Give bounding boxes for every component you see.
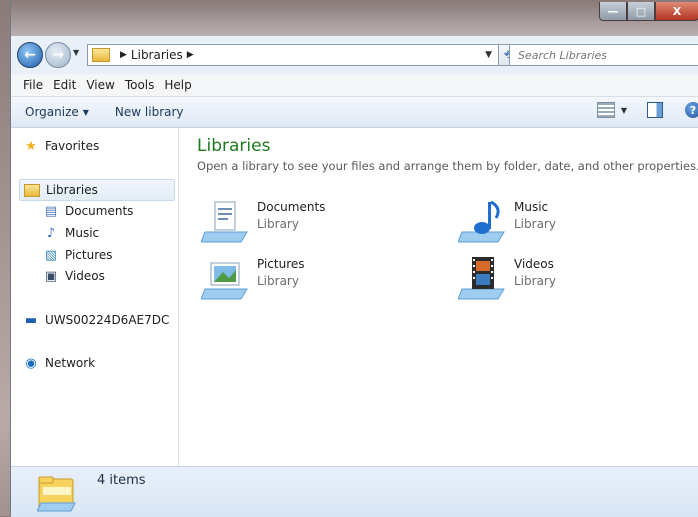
videos-library-icon [458, 257, 505, 300]
new-library-button[interactable]: New library [115, 105, 184, 119]
organize-button[interactable]: Organize ▼ [25, 105, 89, 119]
navigation-bar: ← → ▼ ▶ Libraries ▶ ▼ ⟲ ⌕ [11, 38, 698, 72]
videos-icon: ▣ [44, 268, 58, 284]
tile-name: Music [514, 200, 549, 214]
toolbar-right: ▼ ? [596, 102, 698, 118]
view-options-dropdown-icon[interactable]: ▼ [621, 106, 627, 115]
library-tile-music[interactable]: Music Library [458, 198, 678, 244]
details-pane: 4 items [11, 466, 698, 517]
nav-documents-label: Documents [65, 204, 134, 218]
star-icon: ★ [25, 138, 37, 154]
change-view-icon[interactable] [596, 102, 615, 118]
nav-videos-label: Videos [65, 269, 105, 283]
nav-pictures-label: Pictures [65, 248, 113, 262]
tile-type: Library [514, 274, 556, 288]
tile-name: Documents [257, 200, 326, 214]
nav-documents[interactable]: ▤ Documents [43, 203, 134, 219]
tile-name: Pictures [257, 257, 305, 271]
network-icon: ◉ [25, 355, 37, 371]
menu-tools[interactable]: Tools [125, 78, 155, 92]
maximize-button[interactable]: □ [627, 2, 655, 21]
music-icon: ♪ [46, 225, 56, 241]
tile-type: Library [257, 217, 299, 231]
nav-libraries[interactable]: Libraries [19, 179, 175, 201]
back-button[interactable]: ← [17, 42, 43, 68]
menu-edit[interactable]: Edit [53, 78, 76, 92]
tile-type: Library [257, 274, 299, 288]
documents-library-icon [201, 201, 248, 243]
library-tile-pictures[interactable]: Pictures Library [201, 255, 421, 301]
search-input[interactable] [516, 47, 680, 63]
nav-favorites[interactable]: ★ Favorites [23, 138, 99, 154]
breadcrumb-chevron-icon[interactable]: ▶ [187, 50, 194, 60]
page-title: Libraries [197, 136, 271, 156]
title-bar[interactable]: — □ X [11, 0, 698, 36]
address-dropdown-icon[interactable]: ▼ [485, 50, 492, 60]
chevron-down-icon: ▼ [82, 107, 89, 117]
tile-name: Videos [514, 257, 554, 271]
caption-buttons: — □ X [599, 2, 698, 21]
library-tile-videos[interactable]: Videos Library [458, 255, 678, 301]
item-count: 4 items [97, 473, 146, 488]
close-button[interactable]: X [655, 2, 698, 21]
nav-computer[interactable]: ▬ UWS00224D6AE7DC [23, 312, 170, 328]
nav-pictures[interactable]: ▧ Pictures [43, 247, 113, 263]
tile-type: Library [514, 217, 556, 231]
nav-network-label: Network [45, 356, 96, 370]
libraries-icon [24, 183, 40, 197]
nav-videos[interactable]: ▣ Videos [43, 268, 105, 284]
computer-icon: ▬ [24, 312, 38, 328]
nav-computer-label: UWS00224D6AE7DC [45, 313, 170, 327]
preview-pane-icon[interactable] [647, 102, 663, 118]
page-subtitle: Open a library to see your files and arr… [197, 159, 698, 173]
search-box[interactable]: ⌕ [509, 44, 698, 66]
minimize-button[interactable]: — [599, 2, 627, 21]
documents-icon: ▤ [44, 203, 58, 219]
recent-pages-dropdown[interactable]: ▼ [73, 48, 83, 60]
pictures-icon: ▧ [44, 247, 58, 263]
content-pane: Libraries Open a library to see your fil… [179, 128, 698, 466]
menu-help[interactable]: Help [164, 78, 191, 92]
breadcrumb-libraries[interactable]: Libraries [131, 48, 183, 62]
libraries-large-icon [37, 476, 76, 512]
forward-button[interactable]: → [45, 42, 71, 68]
organize-label: Organize [25, 105, 79, 119]
forward-arrow-icon: → [52, 47, 64, 63]
menu-view[interactable]: View [86, 78, 114, 92]
nav-favorites-label: Favorites [45, 139, 100, 153]
menu-bar: File Edit View Tools Help [11, 74, 698, 97]
explorer-window: — □ X ← → ▼ ▶ Libraries ▶ ▼ ⟲ ⌕ File Edi… [10, 0, 698, 517]
navigation-pane: ★ Favorites Libraries ▤ Documents ♪ Musi… [11, 128, 179, 466]
nav-music-label: Music [65, 226, 100, 240]
nav-music[interactable]: ♪ Music [43, 225, 99, 241]
address-bar[interactable]: ▶ Libraries ▶ ▼ [87, 44, 499, 66]
nav-libraries-label: Libraries [46, 183, 98, 197]
back-arrow-icon: ← [24, 47, 36, 63]
nav-network[interactable]: ◉ Network [23, 355, 95, 371]
music-library-icon [458, 200, 505, 243]
breadcrumb-chevron-icon[interactable]: ▶ [120, 50, 127, 60]
command-bar: Organize ▼ New library ▼ ? [11, 97, 698, 128]
help-icon[interactable]: ? [685, 102, 698, 118]
menu-file[interactable]: File [23, 78, 43, 92]
pictures-library-icon [201, 262, 248, 300]
library-tile-documents[interactable]: Documents Library [201, 198, 421, 244]
libraries-small-icon [92, 48, 110, 62]
